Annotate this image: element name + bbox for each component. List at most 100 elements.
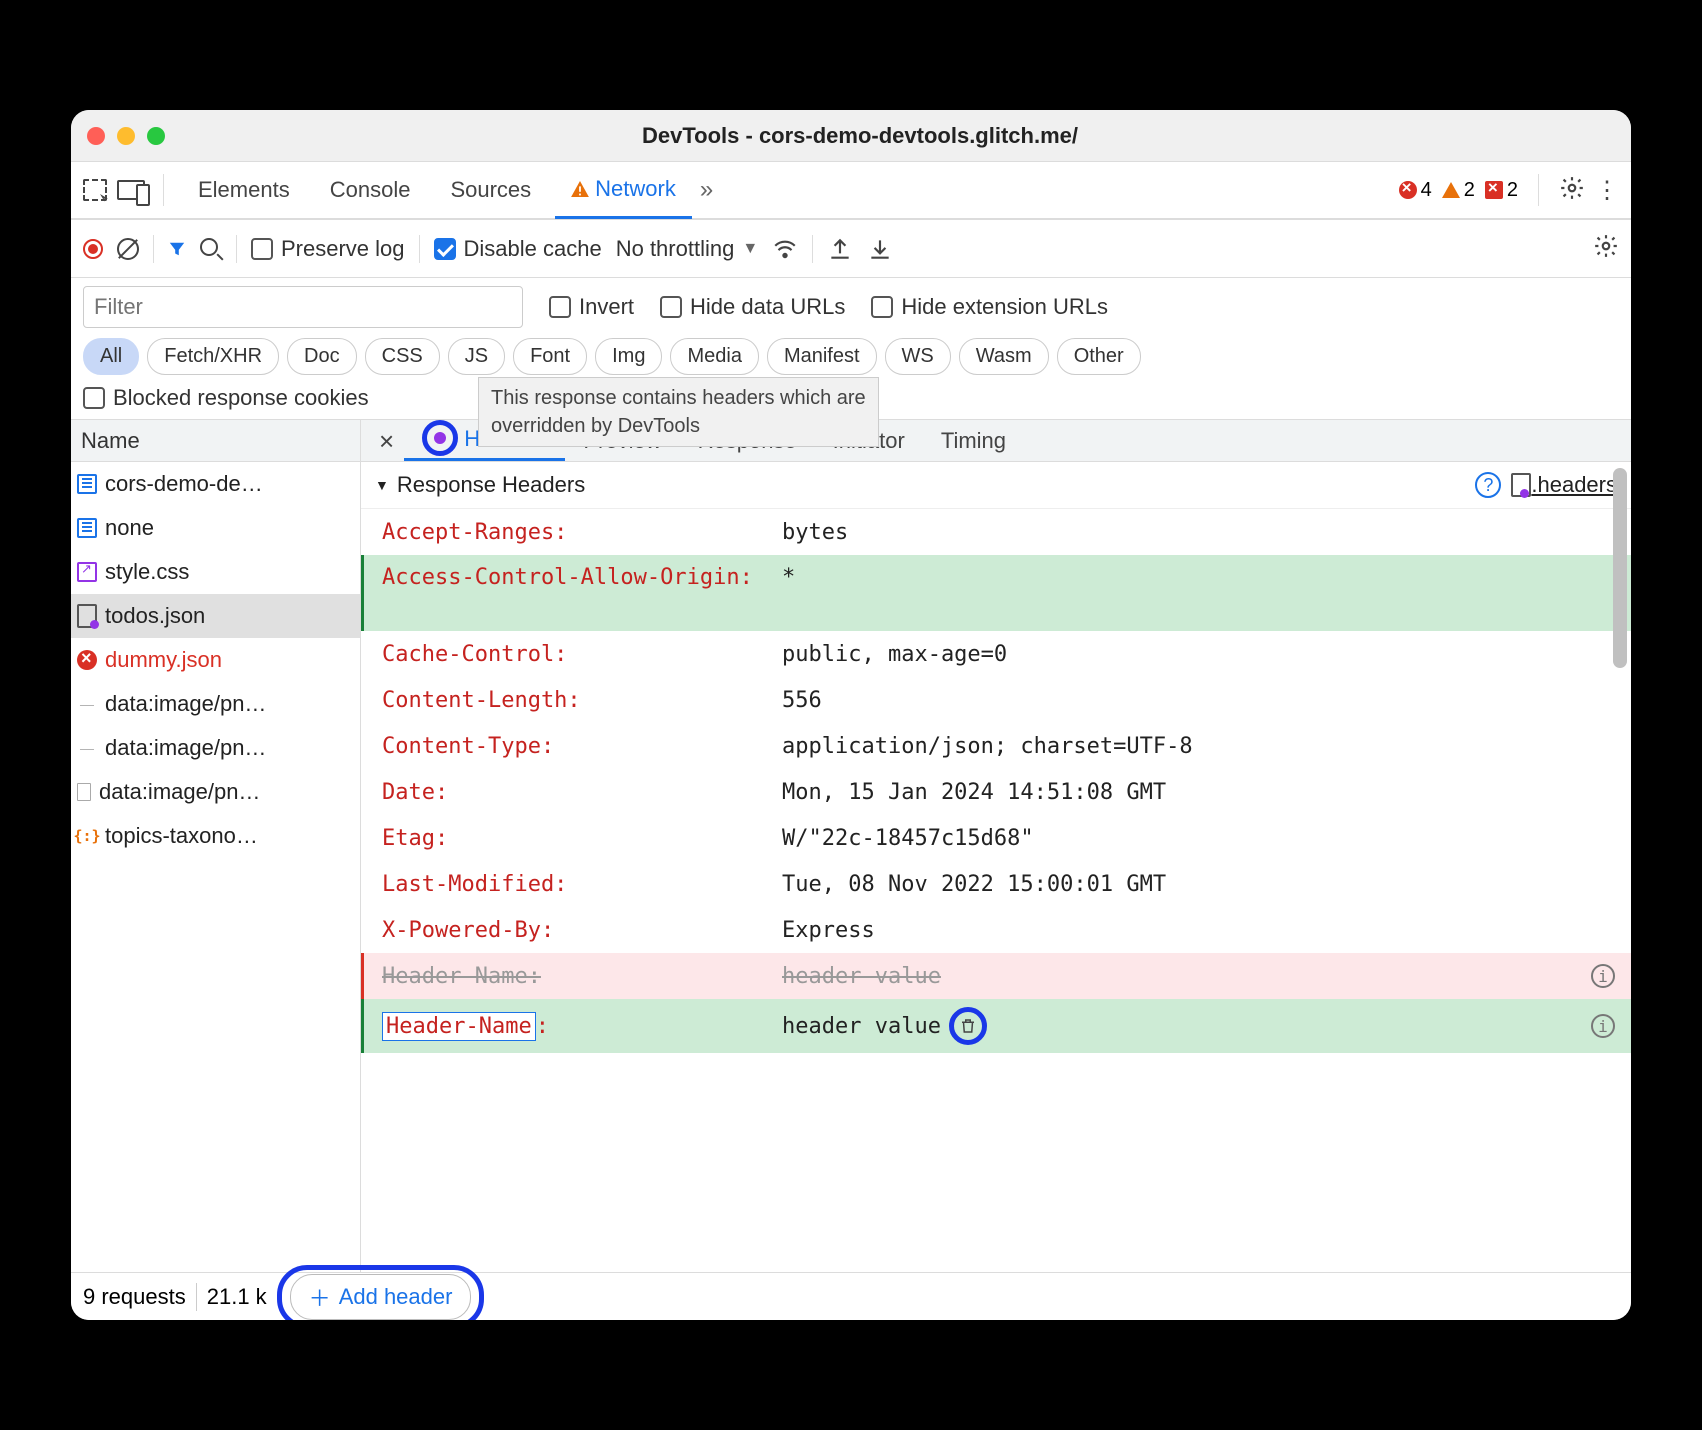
request-row-label: dummy.json xyxy=(105,647,222,673)
request-row-label: data:image/pn… xyxy=(99,779,260,805)
override-indicator-icon xyxy=(434,432,446,444)
file-icon xyxy=(77,783,91,801)
tab-network[interactable]: Network xyxy=(555,162,692,219)
blocked-response-cookies-checkbox[interactable]: Blocked response cookies xyxy=(83,385,369,411)
search-icon[interactable] xyxy=(200,238,222,260)
request-row-label: style.css xyxy=(105,559,189,585)
help-icon[interactable]: ? xyxy=(1475,472,1501,498)
add-header-highlight: ＋ Add header xyxy=(277,1265,485,1321)
chip-wasm[interactable]: Wasm xyxy=(959,338,1049,375)
add-header-button[interactable]: ＋ Add header xyxy=(290,1274,472,1320)
invert-checkbox[interactable]: Invert xyxy=(549,294,634,320)
response-header-row: Header-Name:header valuei xyxy=(361,953,1631,999)
chip-all[interactable]: All xyxy=(83,338,139,375)
info-icon[interactable]: i xyxy=(1591,1014,1615,1038)
upload-har-icon[interactable] xyxy=(827,236,853,262)
tab-sources[interactable]: Sources xyxy=(434,163,547,217)
chip-img[interactable]: Img xyxy=(595,338,662,375)
more-tabs-icon[interactable]: » xyxy=(700,176,713,204)
minimize-window-button[interactable] xyxy=(117,127,135,145)
request-row[interactable]: —data:image/pn… xyxy=(71,682,360,726)
clear-button[interactable] xyxy=(117,238,139,260)
request-row[interactable]: none xyxy=(71,506,360,550)
request-count: 9 requests xyxy=(83,1284,186,1310)
header-name-input[interactable]: Header-Name xyxy=(382,1012,536,1041)
header-value: Mon, 15 Jan 2024 14:51:08 GMT xyxy=(782,780,1166,805)
override-tooltip: This response contains headers which are… xyxy=(478,377,879,447)
maximize-window-button[interactable] xyxy=(147,127,165,145)
chip-font[interactable]: Font xyxy=(513,338,587,375)
tab-console[interactable]: Console xyxy=(314,163,427,217)
chip-css[interactable]: CSS xyxy=(365,338,440,375)
request-list-header[interactable]: Name xyxy=(71,420,360,462)
issue-count-stop[interactable]: 4 xyxy=(1399,179,1432,202)
warning-icon xyxy=(571,181,589,197)
response-header-row: X-Powered-By:Express xyxy=(361,907,1631,953)
detail-tab-timing[interactable]: Timing xyxy=(923,420,1024,461)
chip-fetch-xhr[interactable]: Fetch/XHR xyxy=(147,338,279,375)
hide-data-urls-checkbox[interactable]: Hide data URLs xyxy=(660,294,845,320)
network-toolbar: Preserve log Disable cache No throttling… xyxy=(71,220,1631,278)
response-header-row: Etag:W/"22c-18457c15d68" xyxy=(361,815,1631,861)
close-window-button[interactable] xyxy=(87,127,105,145)
override-file-icon xyxy=(1511,475,1527,495)
chip-doc[interactable]: Doc xyxy=(287,338,357,375)
window-title: DevTools - cors-demo-devtools.glitch.me/ xyxy=(165,123,1555,149)
header-value: bytes xyxy=(782,520,848,545)
request-row[interactable]: todos.json xyxy=(71,594,360,638)
network-conditions-icon[interactable] xyxy=(772,236,798,262)
response-headers-section-header[interactable]: ▼ Response Headers ? .headers xyxy=(361,462,1631,509)
request-row-label: none xyxy=(105,515,154,541)
overrides-file-link[interactable]: .headers xyxy=(1511,472,1617,498)
titlebar: DevTools - cors-demo-devtools.glitch.me/ xyxy=(71,110,1631,162)
trash-icon[interactable] xyxy=(959,1017,977,1035)
chip-other[interactable]: Other xyxy=(1057,338,1141,375)
info-icon[interactable]: i xyxy=(1591,964,1615,988)
request-row[interactable]: dummy.json xyxy=(71,638,360,682)
delete-header-highlight xyxy=(949,1007,987,1045)
device-toolbar-icon[interactable] xyxy=(117,180,145,200)
issue-count-error[interactable]: 2 xyxy=(1485,179,1518,202)
header-value: header value xyxy=(782,964,941,989)
request-row[interactable]: style.css xyxy=(71,550,360,594)
header-value: 556 xyxy=(782,688,822,713)
request-row[interactable]: data:image/pn… xyxy=(71,770,360,814)
filter-input[interactable] xyxy=(83,286,523,328)
header-name: Content-Type: xyxy=(382,734,782,759)
more-options-icon[interactable]: ⋮ xyxy=(1595,176,1619,205)
filter-bar: Invert Hide data URLs Hide extension URL… xyxy=(71,278,1631,420)
image-icon: — xyxy=(77,738,97,758)
download-har-icon[interactable] xyxy=(867,236,893,262)
issue-count-warn[interactable]: 2 xyxy=(1442,179,1475,202)
response-header-row: Last-Modified:Tue, 08 Nov 2022 15:00:01 … xyxy=(361,861,1631,907)
scrollbar[interactable] xyxy=(1613,468,1627,668)
throttling-select[interactable]: No throttling ▼ xyxy=(616,236,758,262)
inspect-element-icon[interactable] xyxy=(83,179,107,201)
request-row-label: todos.json xyxy=(105,603,205,629)
header-value: Express xyxy=(782,918,875,943)
request-row[interactable]: —data:image/pn… xyxy=(71,726,360,770)
filter-toggle-icon[interactable] xyxy=(168,240,186,258)
hide-extension-urls-checkbox[interactable]: Hide extension URLs xyxy=(871,294,1108,320)
record-button[interactable] xyxy=(83,239,103,259)
preserve-log-checkbox[interactable]: Preserve log xyxy=(251,236,405,262)
chip-manifest[interactable]: Manifest xyxy=(767,338,877,375)
tab-elements[interactable]: Elements xyxy=(182,163,306,217)
panel-settings-icon[interactable] xyxy=(1593,233,1619,264)
request-row[interactable]: topics-taxono… xyxy=(71,814,360,858)
close-detail-button[interactable]: × xyxy=(369,420,404,461)
header-value: Tue, 08 Nov 2022 15:00:01 GMT xyxy=(782,872,1166,897)
request-row-label: cors-demo-de… xyxy=(105,471,263,497)
chip-ws[interactable]: WS xyxy=(885,338,951,375)
chip-media[interactable]: Media xyxy=(670,338,758,375)
transfer-size: 21.1 k xyxy=(207,1284,267,1310)
disable-cache-checkbox[interactable]: Disable cache xyxy=(434,236,602,262)
settings-icon[interactable] xyxy=(1559,175,1585,206)
header-value: header value xyxy=(782,1014,941,1039)
request-row[interactable]: cors-demo-de… xyxy=(71,462,360,506)
response-header-row[interactable]: Header-Name:header valuei xyxy=(361,999,1631,1053)
chip-js[interactable]: JS xyxy=(448,338,505,375)
request-list: Name cors-demo-de… none style.css todos.jso… xyxy=(71,420,361,1272)
document-icon xyxy=(77,474,97,494)
status-bar: 9 requests 21.1 k ＋ Add header xyxy=(71,1272,1631,1320)
